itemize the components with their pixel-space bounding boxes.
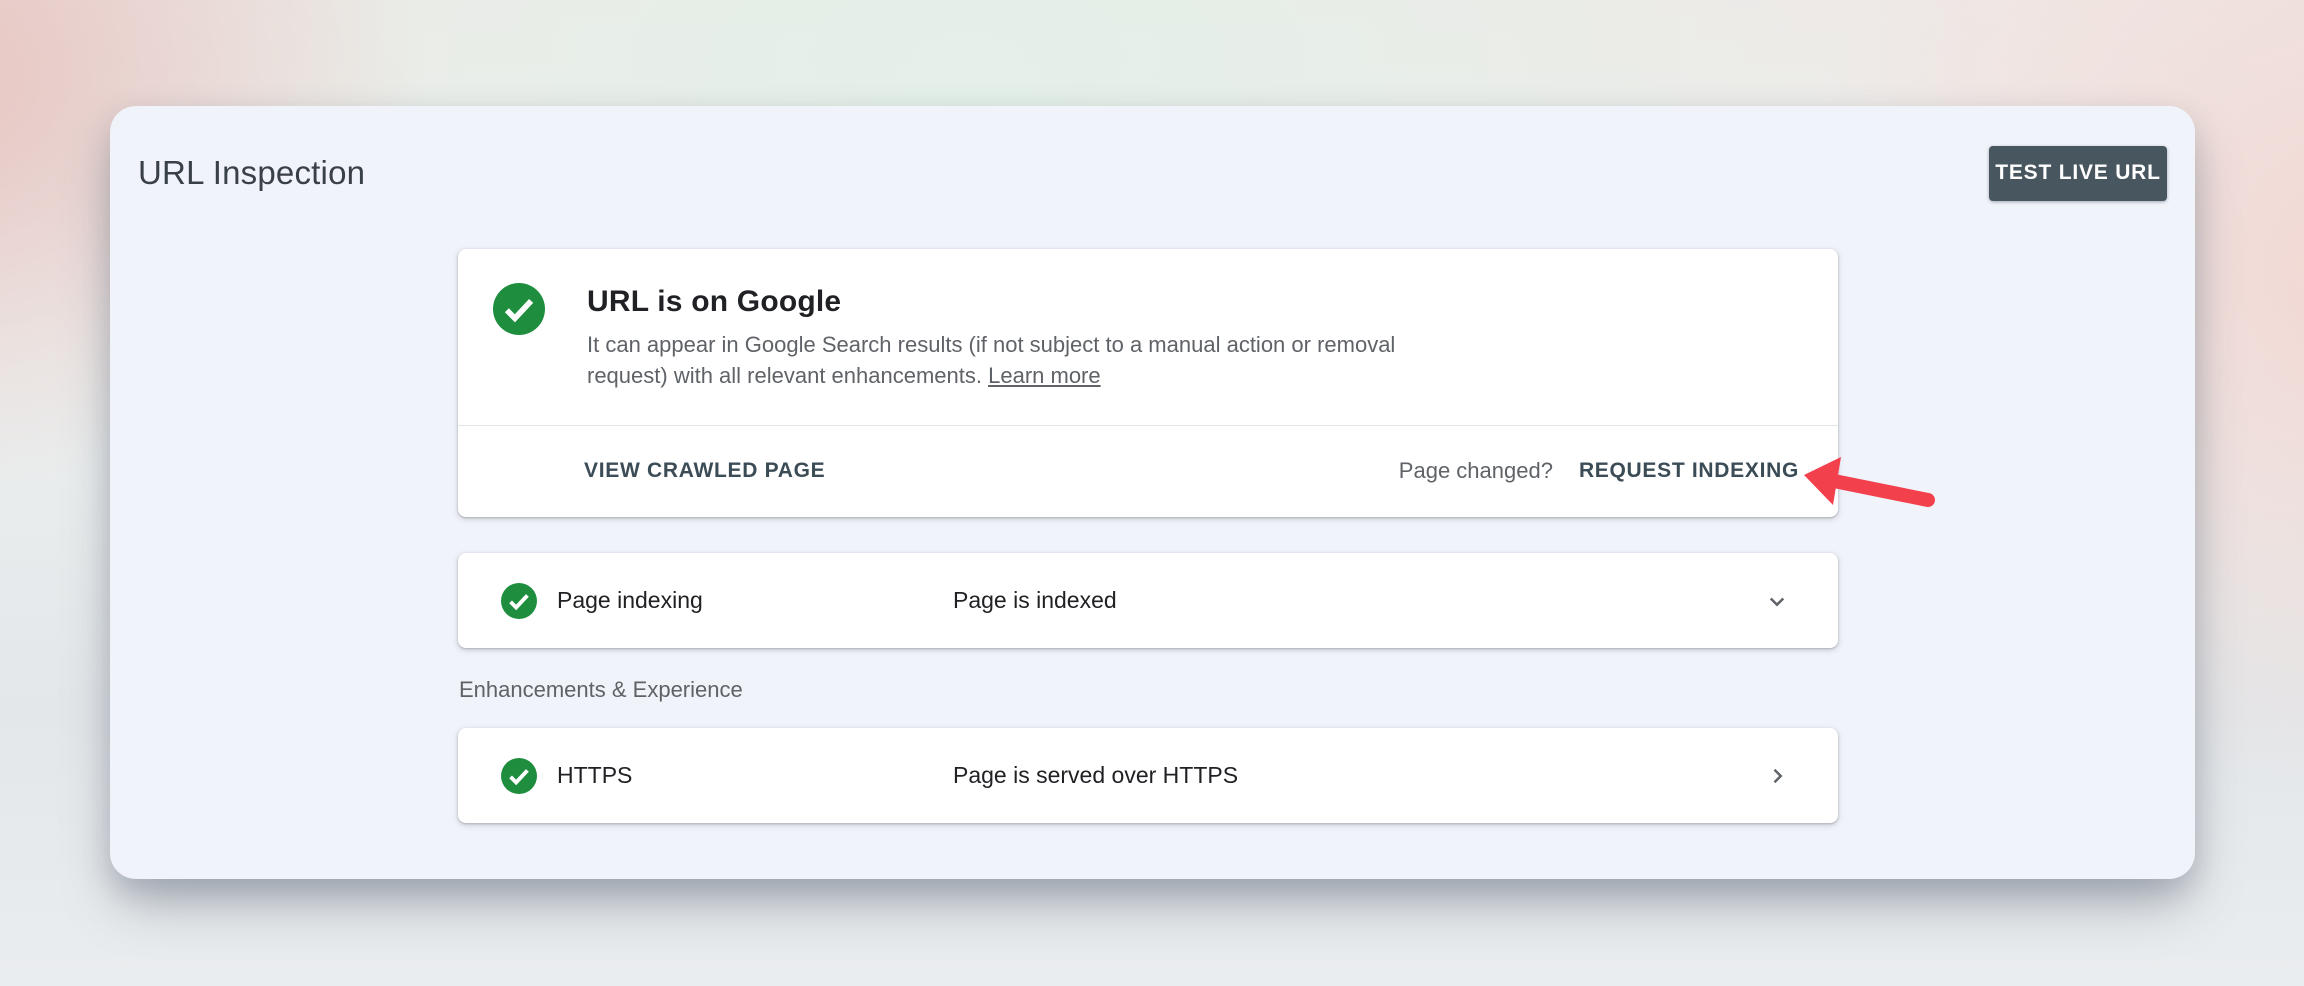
request-indexing-button[interactable]: REQUEST INDEXING	[1579, 459, 1799, 483]
status-text-block: URL is on Google It can appear in Google…	[587, 283, 1472, 425]
url-inspection-panel: URL Inspection TEST LIVE URL URL is on G…	[110, 106, 2195, 879]
view-crawled-page-button[interactable]: VIEW CRAWLED PAGE	[584, 459, 825, 483]
check-circle-icon	[501, 583, 537, 619]
panel-header: URL Inspection TEST LIVE URL	[138, 130, 2167, 216]
check-circle-icon	[493, 283, 545, 335]
row-value: Page is served over HTTPS	[953, 762, 1762, 789]
https-row[interactable]: HTTPS Page is served over HTTPS	[458, 728, 1838, 823]
row-label: HTTPS	[557, 762, 953, 789]
section-label-enhancements: Enhancements & Experience	[459, 677, 1838, 703]
page-changed-label: Page changed?	[1399, 458, 1553, 484]
test-live-url-button[interactable]: TEST LIVE URL	[1989, 146, 2167, 201]
status-description: It can appear in Google Search results (…	[587, 329, 1472, 391]
page-indexing-row[interactable]: Page indexing Page is indexed	[458, 553, 1838, 648]
url-status-summary: URL is on Google It can appear in Google…	[458, 249, 1838, 425]
page-title: URL Inspection	[138, 154, 365, 192]
row-label: Page indexing	[557, 587, 953, 614]
url-status-card: URL is on Google It can appear in Google…	[458, 249, 1838, 517]
check-circle-icon	[501, 758, 537, 794]
status-heading: URL is on Google	[587, 283, 1472, 319]
inspection-results: URL is on Google It can appear in Google…	[458, 249, 1838, 823]
chevron-right-icon[interactable]	[1762, 761, 1792, 791]
chevron-down-icon[interactable]	[1762, 586, 1792, 616]
footer-right-group: Page changed? REQUEST INDEXING	[1399, 458, 1799, 484]
status-card-footer: VIEW CRAWLED PAGE Page changed? REQUEST …	[458, 425, 1838, 516]
learn-more-link[interactable]: Learn more	[988, 363, 1101, 388]
row-value: Page is indexed	[953, 587, 1762, 614]
